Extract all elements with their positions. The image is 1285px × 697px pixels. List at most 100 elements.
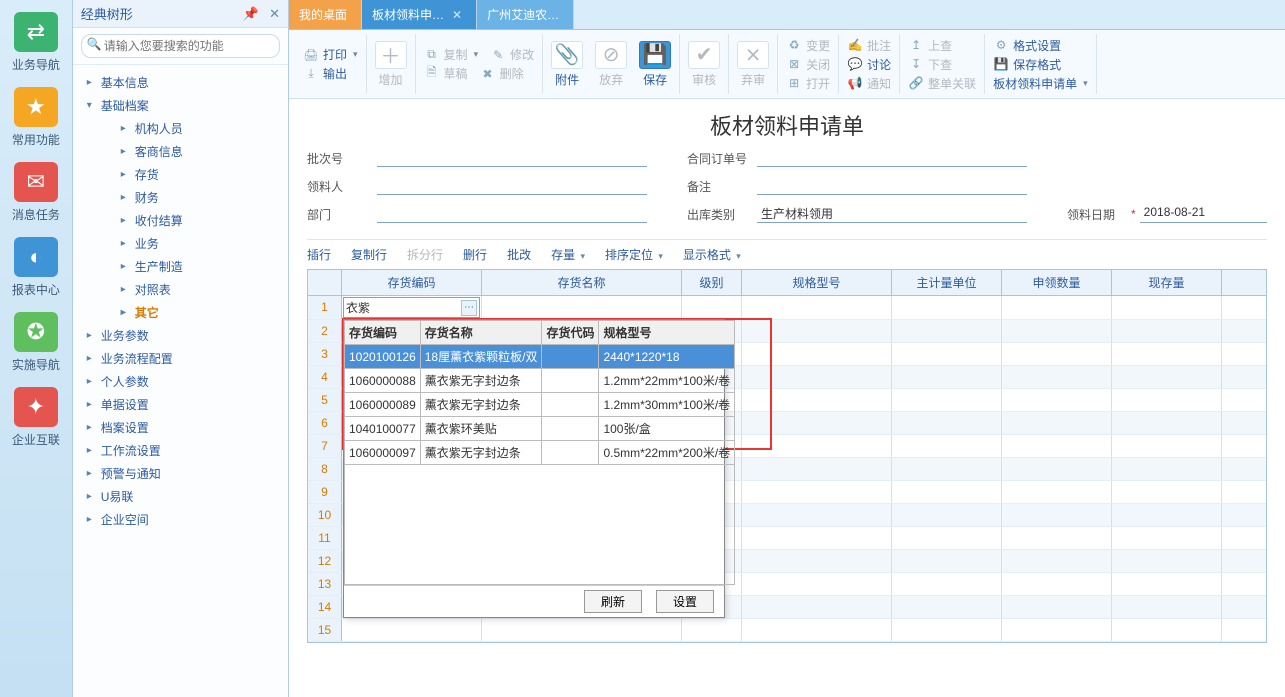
col-spec[interactable]: 规格型号 [742, 270, 892, 295]
stock-cell[interactable] [1112, 573, 1222, 595]
tree-search-input[interactable] [81, 34, 280, 58]
copy-button[interactable]: ⧉复制▾ [424, 46, 479, 63]
req-cell[interactable] [1002, 573, 1112, 595]
tree-node[interactable]: ▸工作流设置 [85, 439, 284, 462]
popup-col-code[interactable]: 存货编码 [345, 321, 421, 345]
tree-child[interactable]: ▸生产制造 [85, 255, 284, 278]
remark-field[interactable] [757, 177, 1027, 195]
tree-node[interactable]: ▸业务流程配置 [85, 347, 284, 370]
tree-child[interactable]: ▸对照表 [85, 278, 284, 301]
stock-cell[interactable] [1112, 296, 1222, 319]
tree-node[interactable]: ▸U易联 [85, 485, 284, 508]
display-button[interactable]: 显示格式 ▾ [683, 246, 741, 263]
stock-button[interactable]: 存量 ▾ [551, 246, 585, 263]
req-cell[interactable] [1002, 296, 1112, 319]
tab-close-icon[interactable]: ✕ [452, 8, 462, 22]
spec-cell[interactable] [742, 435, 892, 457]
stock-cell[interactable] [1112, 320, 1222, 342]
spec-cell[interactable] [742, 504, 892, 526]
picker-field[interactable] [377, 177, 647, 195]
unit-cell[interactable] [892, 366, 1002, 388]
spec-cell[interactable] [742, 550, 892, 572]
unit-cell[interactable] [892, 596, 1002, 618]
code-cell[interactable] [342, 619, 482, 641]
notify-button[interactable]: 📢通知 [847, 75, 891, 92]
req-cell[interactable] [1002, 343, 1112, 365]
unit-cell[interactable] [892, 435, 1002, 457]
unit-cell[interactable] [892, 550, 1002, 572]
table-row[interactable]: 1衣紫⋯存货编码存货名称存货代码规格型号102010012618厘薰衣紫颗粒板/… [308, 296, 1266, 320]
stock-cell[interactable] [1112, 458, 1222, 480]
revert-button[interactable]: ↧下查 [908, 56, 976, 73]
popup-row[interactable]: 1060000089薰衣紫无字封边条1.2mm*30mm*100米/卷 [345, 393, 735, 417]
open-doc-button[interactable]: ⊞打开 [786, 75, 830, 92]
req-cell[interactable] [1002, 504, 1112, 526]
tree-node[interactable]: ▸个人参数 [85, 370, 284, 393]
col-code[interactable]: 存货编码 [342, 270, 482, 295]
req-cell[interactable] [1002, 366, 1112, 388]
pin-icon[interactable]: 📌 [243, 6, 259, 22]
tree-node[interactable]: ▾基础档案 [85, 94, 284, 117]
rail-item[interactable]: ✪实施导航 [6, 312, 66, 373]
change-button[interactable]: ♻变更 [786, 37, 830, 54]
req-cell[interactable] [1002, 619, 1112, 641]
unit-cell[interactable] [892, 389, 1002, 411]
stock-cell[interactable] [1112, 481, 1222, 503]
spec-cell[interactable] [742, 389, 892, 411]
unit-cell[interactable] [892, 527, 1002, 549]
stock-cell[interactable] [1112, 550, 1222, 572]
col-stock[interactable]: 现存量 [1112, 270, 1222, 295]
tree-node[interactable]: ▸企业空间 [85, 508, 284, 531]
tree-child[interactable]: ▸收付结算 [85, 209, 284, 232]
stock-cell[interactable] [1112, 366, 1222, 388]
spec-cell[interactable] [742, 458, 892, 480]
outtype-field[interactable]: 生产材料领用 [757, 205, 1027, 223]
col-level[interactable]: 级别 [682, 270, 742, 295]
spec-cell[interactable] [742, 296, 892, 319]
req-cell[interactable] [1002, 435, 1112, 457]
unit-cell[interactable] [892, 619, 1002, 641]
assoc-button[interactable]: 🔗整单关联 [908, 75, 976, 92]
spec-cell[interactable] [742, 481, 892, 503]
close-icon[interactable]: ✕ [269, 6, 280, 22]
popup-refresh-button[interactable]: 刷新 [584, 590, 642, 613]
savefmt-button[interactable]: 💾保存格式 [993, 56, 1088, 73]
req-cell[interactable] [1002, 458, 1112, 480]
req-cell[interactable] [1002, 550, 1112, 572]
popup-row[interactable]: 1040100077薰衣紫环美贴100张/盒 [345, 417, 735, 441]
submit-button[interactable]: ↥上查 [908, 37, 976, 54]
contract-field[interactable] [757, 149, 1027, 167]
locate-button[interactable]: 排序定位 ▾ [605, 246, 663, 263]
copy-row-button[interactable]: 复制行 [351, 246, 387, 263]
tree-node[interactable]: ▸单据设置 [85, 393, 284, 416]
popup-col-proxy[interactable]: 存货代码 [542, 321, 599, 345]
req-cell[interactable] [1002, 389, 1112, 411]
spec-cell[interactable] [742, 573, 892, 595]
req-cell[interactable] [1002, 596, 1112, 618]
rail-item[interactable]: ✉消息任务 [6, 162, 66, 223]
level-cell[interactable] [682, 619, 742, 641]
req-cell[interactable] [1002, 527, 1112, 549]
split-row-button[interactable]: 拆分行 [407, 246, 443, 263]
unit-cell[interactable] [892, 504, 1002, 526]
popup-settings-button[interactable]: 设置 [656, 590, 714, 613]
stock-cell[interactable] [1112, 619, 1222, 641]
close-doc-button[interactable]: ⊠关闭 [786, 56, 830, 73]
spec-cell[interactable] [742, 366, 892, 388]
stock-cell[interactable] [1112, 435, 1222, 457]
popup-col-spec[interactable]: 规格型号 [599, 321, 735, 345]
delete-row-button[interactable]: 删行 [463, 246, 487, 263]
name-cell[interactable] [482, 296, 682, 319]
unit-cell[interactable] [892, 296, 1002, 319]
tree-node[interactable]: ▸档案设置 [85, 416, 284, 439]
modify-button[interactable]: ✎修改 [490, 46, 534, 63]
tree-child[interactable]: ▸业务 [85, 232, 284, 255]
tree-node[interactable]: ▸预警与通知 [85, 462, 284, 485]
stock-cell[interactable] [1112, 389, 1222, 411]
unit-cell[interactable] [892, 343, 1002, 365]
tab[interactable]: 板材领料申…✕ [362, 0, 477, 29]
stock-cell[interactable] [1112, 596, 1222, 618]
col-req[interactable]: 申领数量 [1002, 270, 1112, 295]
insert-row-button[interactable]: 插行 [307, 246, 331, 263]
tree-node[interactable]: ▸基本信息 [85, 71, 284, 94]
